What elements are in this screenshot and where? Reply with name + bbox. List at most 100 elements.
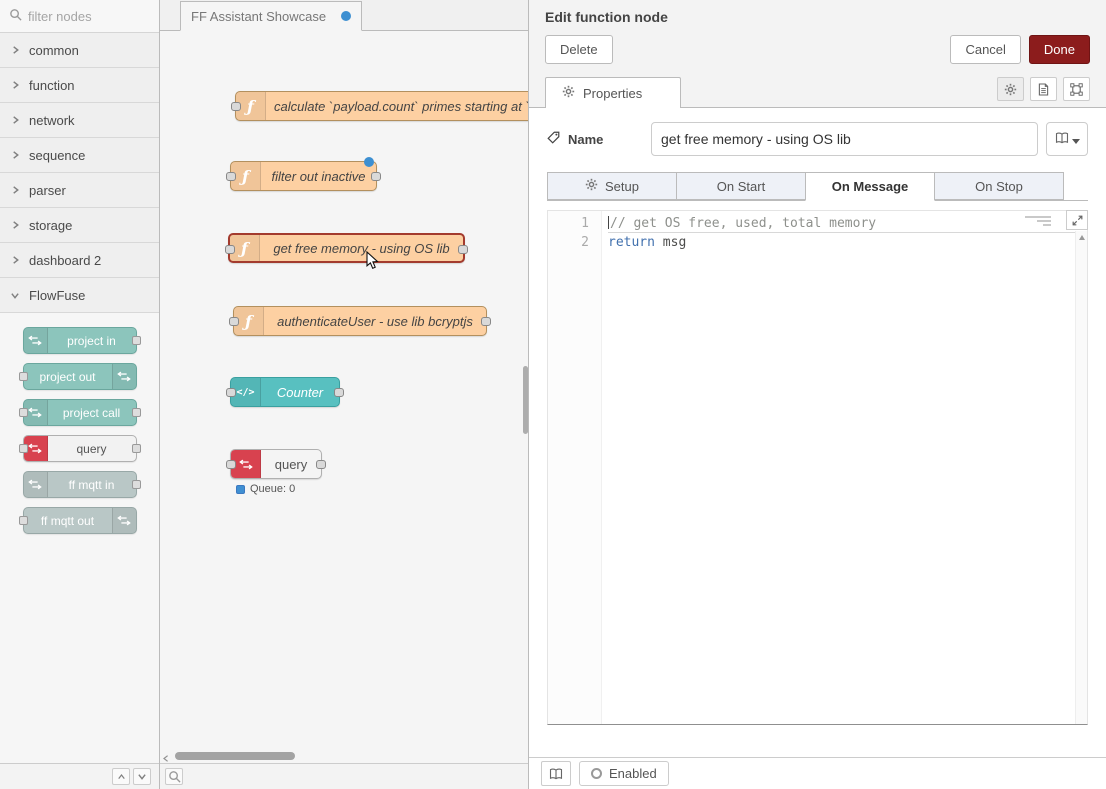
name-input[interactable] <box>651 122 1038 156</box>
palette-node-ff-mqtt-in[interactable]: ff mqtt in <box>23 471 137 498</box>
palette-port <box>132 408 141 417</box>
flow-node-filter-out-inactive[interactable]: ƒfilter out inactive <box>230 161 377 191</box>
tab-setup[interactable]: Setup <box>547 172 677 200</box>
chevron-right-icon <box>10 150 20 160</box>
editor-scrollbar[interactable] <box>1075 231 1087 724</box>
palette-port <box>132 480 141 489</box>
description-tab-button[interactable] <box>1030 77 1057 101</box>
input-port[interactable] <box>229 317 239 326</box>
input-port[interactable] <box>226 388 236 397</box>
canvas-horizontal-scrollbar[interactable] <box>160 749 528 763</box>
palette-category-network[interactable]: network <box>0 103 159 138</box>
chevron-right-icon <box>10 115 20 125</box>
status-indicator <box>236 485 245 494</box>
scroll-up-arrow-icon[interactable] <box>1079 235 1085 240</box>
flow-tab-label: FF Assistant Showcase <box>191 9 326 24</box>
tag-icon <box>547 131 560 147</box>
workspace-tabbar: FF Assistant Showcase <box>160 0 528 31</box>
palette-search[interactable] <box>0 0 159 33</box>
output-port[interactable] <box>481 317 491 326</box>
code-line[interactable]: // get OS free, used, total memory <box>608 214 1087 233</box>
chevron-right-icon <box>10 45 20 55</box>
input-port[interactable] <box>226 460 236 469</box>
canvas-search-button[interactable] <box>165 768 183 785</box>
palette-category-sequence[interactable]: sequence <box>0 138 159 173</box>
palette-collapse-all-button[interactable] <box>112 768 130 785</box>
flow-node-query[interactable]: query <box>230 449 322 479</box>
output-port[interactable] <box>334 388 344 397</box>
palette-expand-all-button[interactable] <box>133 768 151 785</box>
node-status: Queue: 0 <box>236 483 295 495</box>
tab-on-stop[interactable]: On Stop <box>934 172 1064 200</box>
tray-footer: Enabled <box>529 757 1106 789</box>
name-label-row: Name <box>547 131 643 147</box>
palette-node-project-out[interactable]: project out <box>23 363 137 390</box>
tab-properties[interactable]: Properties <box>545 77 681 108</box>
palette-category-storage[interactable]: storage <box>0 208 159 243</box>
tab-on-start[interactable]: On Start <box>676 172 806 200</box>
label-options-button[interactable] <box>1046 122 1088 156</box>
input-port[interactable] <box>225 245 235 254</box>
palette-port <box>19 444 28 453</box>
cancel-button[interactable]: Cancel <box>950 35 1020 64</box>
output-port[interactable] <box>316 460 326 469</box>
node-help-button[interactable] <box>541 761 571 786</box>
enabled-toggle-button[interactable]: Enabled <box>579 761 669 786</box>
editor-expand-button[interactable] <box>1066 210 1088 230</box>
tab-on-message[interactable]: On Message <box>805 172 935 201</box>
palette-items: project in project out project call query ff… <box>0 313 159 552</box>
canvas-footer <box>160 763 528 789</box>
appearance-tab-button[interactable] <box>1063 77 1090 101</box>
chevron-right-icon <box>10 220 20 230</box>
flow-tab-ff-assistant-showcase[interactable]: FF Assistant Showcase <box>180 1 362 31</box>
tray-toolbar: Delete Cancel Done <box>545 35 1090 64</box>
node-label: filter out inactive <box>261 169 376 184</box>
output-port[interactable] <box>371 172 381 181</box>
palette-category-common[interactable]: common <box>0 33 159 68</box>
palette-category-flowfuse[interactable]: FlowFuse <box>0 278 159 313</box>
palette-port <box>19 408 28 417</box>
palette-node-project-call[interactable]: project call <box>23 399 137 426</box>
code-line[interactable]: return msg <box>608 233 1087 252</box>
hscroll-thumb[interactable] <box>175 752 295 760</box>
palette-node-label: ff mqtt out <box>24 514 112 528</box>
node-label: calculate `payload.count` primes startin… <box>266 99 528 114</box>
palette-node-label: project in <box>48 334 136 348</box>
category-label: sequence <box>29 148 85 163</box>
edit-tray: Edit function node Delete Cancel Done Pr… <box>528 0 1106 789</box>
book-icon <box>1055 132 1069 147</box>
flow-canvas[interactable]: query </>Counter ƒauthenticateUser - use l… <box>160 31 528 749</box>
code-editor[interactable]: 12 // get OS free, used, total memoryret… <box>547 210 1088 725</box>
chevron-down-icon <box>10 291 20 300</box>
category-label: common <box>29 43 79 58</box>
palette-category-function[interactable]: function <box>0 68 159 103</box>
palette-category-parser[interactable]: parser <box>0 173 159 208</box>
output-port[interactable] <box>458 245 468 254</box>
done-button[interactable]: Done <box>1029 35 1090 64</box>
category-label: FlowFuse <box>29 288 85 303</box>
node-settings-button[interactable] <box>997 77 1024 101</box>
palette-node-label: project call <box>48 406 136 420</box>
scroll-left-arrow-icon[interactable] <box>162 751 170 766</box>
input-port[interactable] <box>226 172 236 181</box>
palette-node-query[interactable]: query <box>23 435 137 462</box>
canvas-vertical-scrollbar[interactable] <box>523 366 528 434</box>
category-label: storage <box>29 218 72 233</box>
flow-node-get-free-memory-using-os-lib[interactable]: ƒget free memory - using OS lib <box>228 233 465 263</box>
palette-port <box>132 336 141 345</box>
node-label: Counter <box>261 385 339 400</box>
tab-label: On Start <box>717 179 765 194</box>
flow-node-authenticateuser-use-lib-bcryptjs[interactable]: ƒauthenticateUser - use lib bcryptjs <box>233 306 487 336</box>
editor-code-area[interactable]: // get OS free, used, total memoryreturn… <box>602 211 1087 724</box>
input-port[interactable] <box>231 102 241 111</box>
palette-node-ff-mqtt-out[interactable]: ff mqtt out <box>23 507 137 534</box>
palette-search-input[interactable] <box>28 9 138 24</box>
chevron-right-icon <box>10 185 20 195</box>
palette-node-project-in[interactable]: project in <box>23 327 137 354</box>
search-icon <box>9 8 22 24</box>
palette-category-dashboard-2[interactable]: dashboard 2 <box>0 243 159 278</box>
delete-button[interactable]: Delete <box>545 35 613 64</box>
node-label: authenticateUser - use lib bcryptjs <box>264 314 486 329</box>
flow-node-calculate-payload-count-primes-starting-at-p[interactable]: ƒcalculate `payload.count` primes starti… <box>235 91 528 121</box>
flow-node-counter[interactable]: </>Counter <box>230 377 340 407</box>
